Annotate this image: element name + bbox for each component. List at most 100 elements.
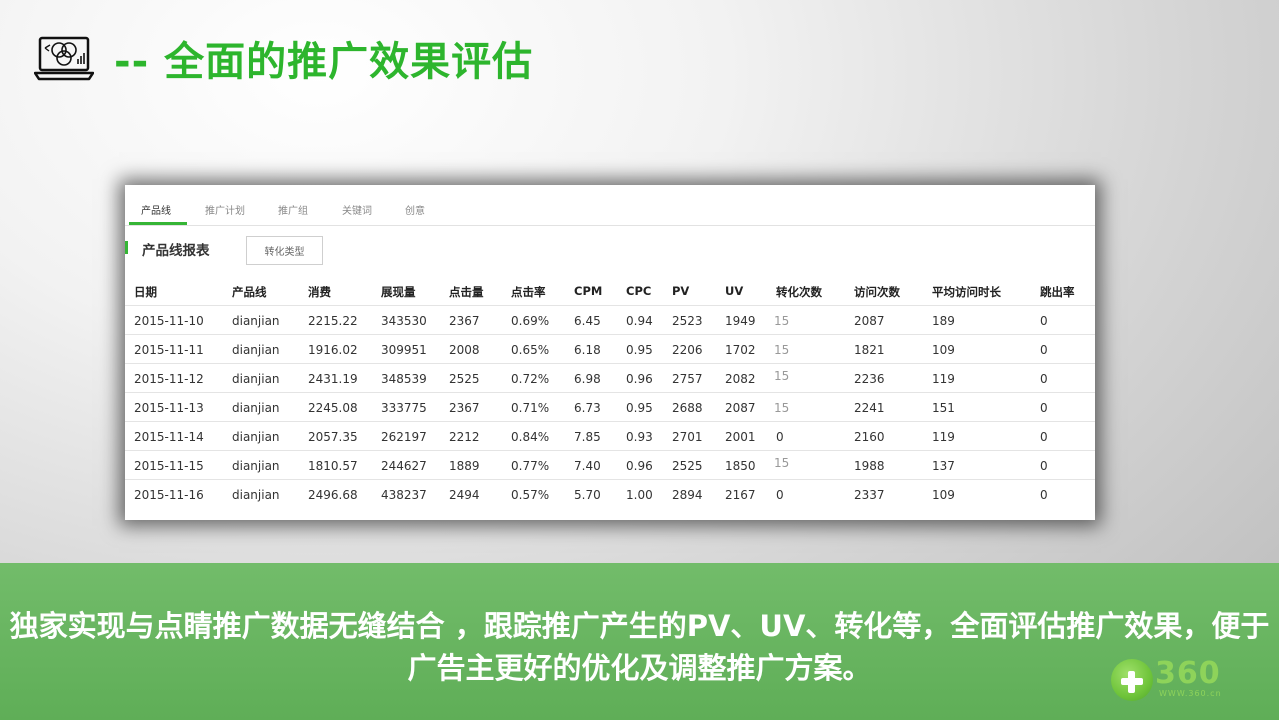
cell-product-line: dianjian (232, 372, 280, 386)
cell-uv: 1702 (725, 343, 756, 357)
cell-ctr: 0.65% (511, 343, 550, 357)
cell-cpm: 6.18 (574, 343, 601, 357)
cell-clicks: 2212 (449, 430, 480, 444)
cell-date: 2015-11-12 (134, 372, 204, 386)
cell-impressions: 343530 (381, 314, 427, 328)
cell-visits: 1988 (854, 459, 885, 473)
col-header-date[interactable]: 日期 (134, 284, 157, 300)
cell-cost: 2245.08 (308, 401, 358, 415)
cell-bounce-rate: 0 (1040, 343, 1048, 357)
col-header-bounce-rate[interactable]: 跳出率 (1040, 284, 1075, 300)
cell-cpm: 6.45 (574, 314, 601, 328)
plus-logo-icon (1111, 659, 1153, 701)
cell-conversions: 15 (774, 314, 790, 328)
table-row: 2015-11-13 dianjian 2245.08 333775 2367 … (125, 392, 1095, 421)
cell-pv: 2688 (672, 401, 703, 415)
cell-impressions: 333775 (381, 401, 427, 415)
cell-uv: 2001 (725, 430, 756, 444)
col-header-clicks[interactable]: 点击量 (449, 284, 484, 300)
cell-product-line: dianjian (232, 314, 280, 328)
cell-bounce-rate: 0 (1040, 459, 1048, 473)
cell-bounce-rate: 0 (1040, 372, 1048, 386)
table-row: 2015-11-16 dianjian 2496.68 438237 2494 … (125, 479, 1095, 508)
cell-conversions: 0 (776, 488, 784, 502)
col-header-cpm[interactable]: CPM (574, 284, 602, 298)
cell-bounce-rate: 0 (1040, 314, 1048, 328)
tab-creative[interactable]: 创意 (405, 202, 425, 217)
laptop-venn-icon (34, 36, 94, 81)
col-header-cpc[interactable]: CPC (626, 284, 651, 298)
col-header-product-line[interactable]: 产品线 (232, 284, 267, 300)
tab-campaign[interactable]: 推广计划 (205, 202, 245, 217)
cell-ctr: 0.77% (511, 459, 550, 473)
cell-cpm: 7.40 (574, 459, 601, 473)
cell-conversions: 15 (774, 369, 790, 383)
table-row: 2015-11-14 dianjian 2057.35 262197 2212 … (125, 421, 1095, 450)
cell-cpm: 6.73 (574, 401, 601, 415)
cell-date: 2015-11-13 (134, 401, 204, 415)
banner-description: 独家实现与点睛推广数据无缝结合 ，跟踪推广产生的PV、UV、转化等，全面评估推广… (9, 609, 1270, 685)
table-row: 2015-11-15 dianjian 1810.57 244627 1889 … (125, 450, 1095, 479)
cell-impressions: 244627 (381, 459, 427, 473)
cell-pv: 2701 (672, 430, 703, 444)
cell-avg-visit-duration: 137 (932, 459, 955, 473)
report-title-marker (125, 241, 128, 254)
cell-uv: 1949 (725, 314, 756, 328)
col-header-ctr[interactable]: 点击率 (511, 284, 546, 300)
cell-date: 2015-11-14 (134, 430, 204, 444)
cell-conversions: 0 (776, 430, 784, 444)
cell-cost: 2496.68 (308, 488, 358, 502)
cell-clicks: 2494 (449, 488, 480, 502)
col-header-uv[interactable]: UV (725, 284, 743, 298)
table-row: 2015-11-10 dianjian 2215.22 343530 2367 … (125, 305, 1095, 334)
col-header-conversions[interactable]: 转化次数 (776, 284, 822, 300)
cell-clicks: 2008 (449, 343, 480, 357)
cell-cpc: 1.00 (626, 488, 653, 502)
cell-product-line: dianjian (232, 343, 280, 357)
cell-cpc: 0.95 (626, 401, 653, 415)
tab-keywords[interactable]: 关键词 (342, 202, 372, 217)
cell-visits: 2337 (854, 488, 885, 502)
cell-uv: 1850 (725, 459, 756, 473)
cell-clicks: 2367 (449, 401, 480, 415)
col-header-cost[interactable]: 消费 (308, 284, 331, 300)
cell-visits: 2160 (854, 430, 885, 444)
cell-avg-visit-duration: 119 (932, 430, 955, 444)
cell-pv: 2894 (672, 488, 703, 502)
cell-clicks: 1889 (449, 459, 480, 473)
cell-visits: 2236 (854, 372, 885, 386)
cell-uv: 2087 (725, 401, 756, 415)
cell-conversions: 15 (774, 343, 790, 357)
cell-avg-visit-duration: 109 (932, 343, 955, 357)
cell-cost: 2057.35 (308, 430, 358, 444)
table-row: 2015-11-12 dianjian 2431.19 348539 2525 … (125, 363, 1095, 392)
cell-cpm: 7.85 (574, 430, 601, 444)
cell-cpc: 0.95 (626, 343, 653, 357)
cell-pv: 2523 (672, 314, 703, 328)
cell-impressions: 309951 (381, 343, 427, 357)
cell-pv: 2525 (672, 459, 703, 473)
conversion-type-button[interactable]: 转化类型 (246, 236, 323, 265)
cell-ctr: 0.72% (511, 372, 550, 386)
report-title: 产品线报表 (142, 243, 210, 259)
col-header-avg-visit-duration[interactable]: 平均访问时长 (932, 284, 1001, 300)
col-header-visits[interactable]: 访问次数 (854, 284, 900, 300)
cell-date: 2015-11-11 (134, 343, 204, 357)
tab-product-line[interactable]: 产品线 (141, 202, 171, 217)
col-header-impressions[interactable]: 展现量 (381, 284, 416, 300)
cell-ctr: 0.57% (511, 488, 550, 502)
cell-cpc: 0.96 (626, 459, 653, 473)
col-header-pv[interactable]: PV (672, 284, 689, 298)
cell-conversions: 15 (774, 456, 790, 470)
slide-title: -- 全面的推广效果评估 (114, 39, 534, 85)
cell-pv: 2206 (672, 343, 703, 357)
cell-cost: 2431.19 (308, 372, 358, 386)
tab-ad-group[interactable]: 推广组 (278, 202, 308, 217)
cell-cpm: 6.98 (574, 372, 601, 386)
cell-cpc: 0.96 (626, 372, 653, 386)
cell-cost: 2215.22 (308, 314, 358, 328)
cell-cpc: 0.93 (626, 430, 653, 444)
cell-avg-visit-duration: 119 (932, 372, 955, 386)
cell-cost: 1810.57 (308, 459, 358, 473)
cell-visits: 2087 (854, 314, 885, 328)
